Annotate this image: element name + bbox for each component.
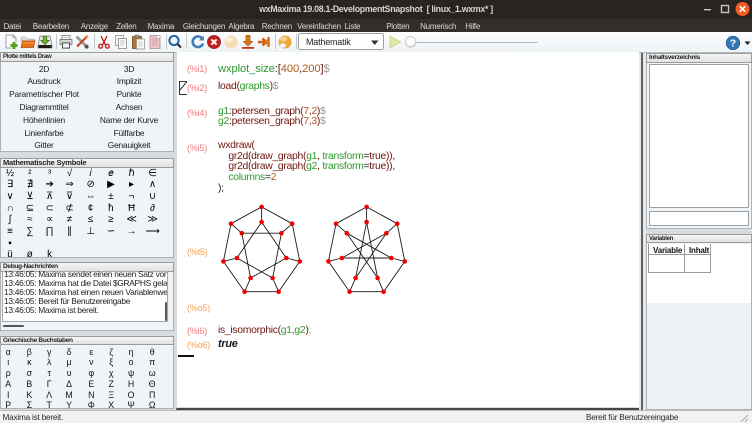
svg-text:?: ? <box>730 38 736 50</box>
